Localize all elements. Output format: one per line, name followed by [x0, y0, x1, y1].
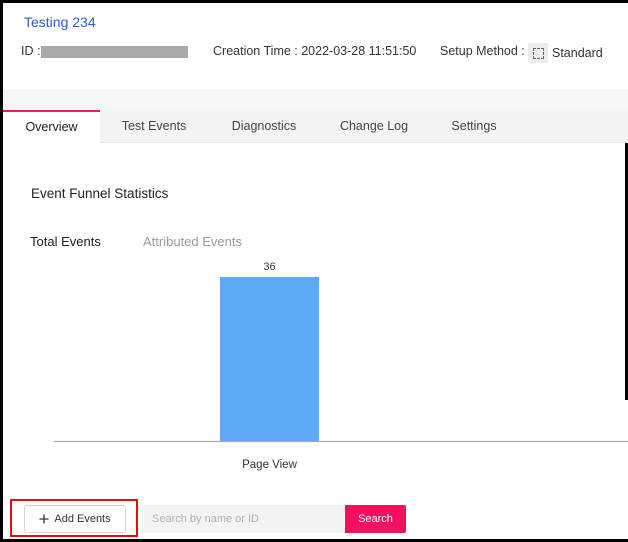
section-title: Event Funnel Statistics — [31, 186, 169, 201]
section-divider — [3, 89, 628, 110]
search-input[interactable] — [142, 505, 345, 533]
tab-settings[interactable]: Settings — [433, 110, 515, 143]
data-label: 36 — [263, 261, 275, 273]
add-events-label: Add Events — [54, 513, 111, 525]
tab-test-events[interactable]: Test Events — [108, 110, 200, 143]
tab-change-log[interactable]: Change Log — [328, 110, 420, 143]
pixel-title[interactable]: Testing 234 — [24, 14, 96, 30]
x-tick-label: Page View — [242, 459, 297, 471]
bar-page-view[interactable] — [220, 277, 319, 441]
funnel-chart-svg: 36 Page View — [54, 261, 628, 471]
tab-diagnostics[interactable]: Diagnostics — [218, 110, 310, 143]
tab-overview[interactable]: Overview — [3, 110, 100, 143]
id-label: ID : — [21, 44, 41, 58]
square-dashed-icon — [528, 43, 548, 63]
tab-bar: Overview Test Events Diagnostics Change … — [3, 110, 628, 143]
search-button[interactable]: Search — [345, 505, 406, 533]
setup-method-value: Standard — [552, 46, 603, 60]
id-value-redacted — [41, 46, 188, 58]
subtab-total-events[interactable]: Total Events — [30, 234, 101, 249]
setup-method-label: Setup Method : — [440, 44, 525, 58]
subtab-attributed-events[interactable]: Attributed Events — [143, 234, 242, 249]
add-events-button[interactable]: Add Events — [24, 505, 126, 533]
plus-icon — [39, 514, 49, 524]
funnel-chart: 36 Page View — [54, 250, 628, 480]
creation-time: Creation Time : 2022-03-28 11:51:50 — [213, 44, 417, 58]
